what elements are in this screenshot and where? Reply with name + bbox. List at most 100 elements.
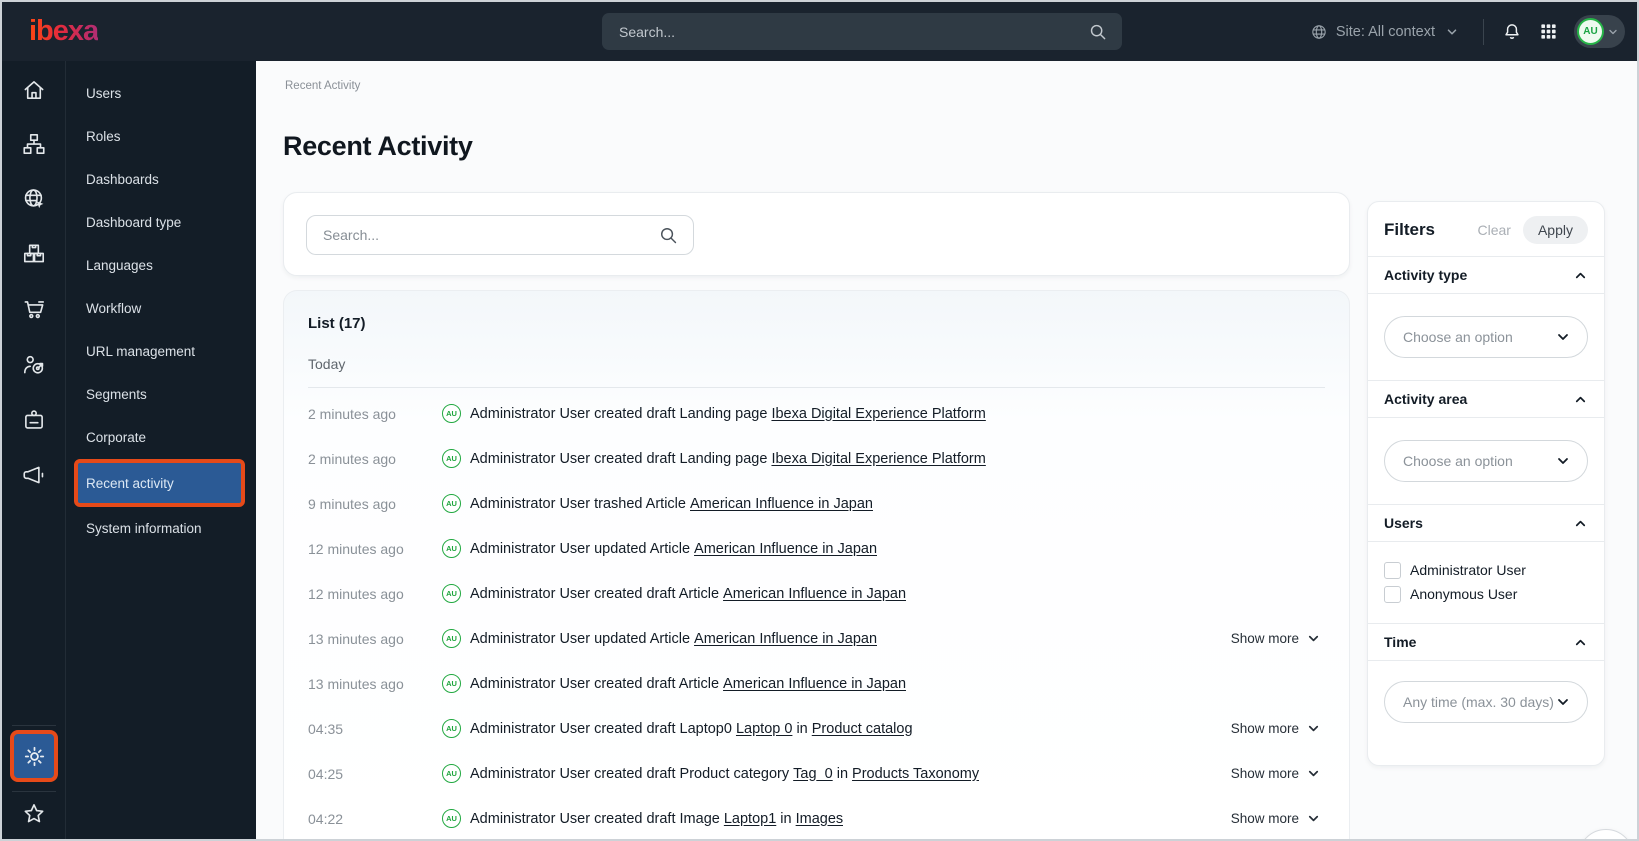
activity-message: Administrator User updated Article Ameri… (470, 540, 878, 557)
rail-item-favorites[interactable] (21, 801, 47, 827)
show-more-button[interactable]: Show more (1231, 721, 1325, 736)
sidebar-item-roles[interactable]: Roles (66, 115, 256, 158)
sidebar-item-users[interactable]: Users (66, 72, 256, 115)
chevron-down-icon (1308, 725, 1319, 732)
activity-message: Administrator User created draft Image L… (470, 810, 844, 827)
filter-user-checkbox-anonymous-user[interactable]: Anonymous User (1384, 583, 1588, 605)
content-link[interactable]: Ibexa Digital Experience Platform (771, 451, 985, 467)
rail-item-content-structure[interactable] (21, 131, 47, 157)
filters-panel: Filters Clear Apply Activity type Choose… (1367, 201, 1605, 766)
user-menu[interactable]: AU (1574, 15, 1625, 48)
rail-item-site[interactable] (21, 186, 47, 212)
time-select[interactable]: Any time (max. 30 days) (1384, 681, 1588, 723)
activity-time: 12 minutes ago (308, 540, 404, 557)
globe-icon (1312, 24, 1326, 39)
sitemap-icon (23, 133, 45, 155)
search-icon (661, 227, 677, 243)
apply-filters-button[interactable]: Apply (1522, 216, 1588, 244)
activity-search[interactable] (306, 215, 694, 255)
content-link[interactable]: Laptop1 (724, 811, 776, 827)
activity-row: 12 minutes ago AU Administrator User updat… (308, 526, 1325, 571)
rail-divider (12, 725, 56, 726)
admin-side-menu: Users Roles Dashboards Dashboard type Langua… (66, 61, 256, 839)
user-initials-badge: AU (442, 809, 461, 828)
rail-item-commerce[interactable] (21, 296, 47, 322)
site-context-selector[interactable]: Site: All context (1310, 23, 1467, 41)
activity-message: Administrator User created draft Article… (470, 585, 907, 602)
sidebar-item-recent-activity[interactable]: Recent activity (74, 459, 245, 507)
activity-row: 12 minutes ago AU Administrator User creat… (308, 571, 1325, 616)
content-link[interactable]: American Influence in Japan (694, 631, 877, 647)
show-more-button[interactable]: Show more (1231, 811, 1325, 826)
user-initials-badge: AU (442, 629, 461, 648)
activity-row: 04:35 AU Administrator User created draft … (308, 706, 1325, 751)
content-link[interactable]: Laptop 0 (736, 721, 792, 737)
filter-section-activity-type[interactable]: Activity type (1368, 257, 1604, 293)
show-more-button[interactable]: Show more (1231, 766, 1325, 781)
person-target-icon (23, 355, 44, 374)
content-link[interactable]: Products Taxonomy (852, 766, 979, 782)
megaphone-icon (23, 466, 44, 484)
activity-area-select[interactable]: Choose an option (1384, 440, 1588, 482)
page-title: Recent Activity (283, 131, 473, 161)
activity-message: Administrator User updated Article Ameri… (470, 630, 878, 647)
floating-action-button[interactable] (1578, 829, 1634, 839)
global-search-input[interactable] (619, 23, 1088, 40)
sidebar-item-url-management[interactable]: URL management (66, 330, 256, 373)
chevron-up-icon (1575, 639, 1586, 645)
user-initials-badge: AU (442, 719, 461, 738)
content-link[interactable]: American Influence in Japan (723, 676, 906, 692)
rail-divider (12, 791, 56, 792)
content-link[interactable]: Ibexa Digital Experience Platform (771, 406, 985, 422)
sidebar-item-system-information[interactable]: System information (66, 507, 256, 550)
user-initials-badge: AU (442, 494, 461, 513)
content-link[interactable]: Tag_0 (793, 766, 833, 782)
content-link[interactable]: American Influence in Japan (690, 496, 873, 512)
user-initials-badge: AU (442, 674, 461, 693)
content-link[interactable]: Product catalog (812, 721, 913, 737)
checkbox[interactable] (1384, 561, 1401, 579)
content-link[interactable]: Images (796, 811, 844, 827)
checkbox[interactable] (1384, 585, 1401, 603)
ibexa-admin-window: ibexa Site: All context AU (0, 0, 1639, 841)
activity-row: 13 minutes ago AU Administrator User creat… (308, 661, 1325, 706)
activity-time: 13 minutes ago (308, 630, 404, 647)
sidebar-item-dashboards[interactable]: Dashboards (66, 158, 256, 201)
rail-item-marketing[interactable] (21, 462, 47, 488)
clear-filters-button[interactable]: Clear (1478, 222, 1511, 238)
sidebar-item-segments[interactable]: Segments (66, 373, 256, 416)
grid-icon (1541, 24, 1556, 39)
ibexa-logo: ibexa (29, 15, 99, 47)
activity-message: Administrator User created draft Laptop0… (470, 720, 913, 737)
sidebar-item-workflow[interactable]: Workflow (66, 287, 256, 330)
cart-icon (24, 301, 45, 319)
rail-item-personalization[interactable] (21, 352, 47, 378)
filter-section-time[interactable]: Time (1368, 624, 1604, 660)
filter-section-users[interactable]: Users (1368, 505, 1604, 541)
activity-type-select[interactable]: Choose an option (1384, 316, 1588, 358)
icon-rail (2, 61, 66, 839)
rail-item-corporate[interactable] (21, 407, 47, 433)
activity-time: 12 minutes ago (308, 585, 404, 602)
filter-content-time: Any time (max. 30 days) (1368, 661, 1604, 765)
id-badge-icon (25, 410, 43, 429)
filter-section-activity-area[interactable]: Activity area (1368, 381, 1604, 417)
activity-message: Administrator User created draft Landing… (470, 405, 986, 422)
search-icon (1090, 24, 1106, 39)
activity-search-input[interactable] (323, 227, 658, 243)
activity-time: 04:25 (308, 765, 344, 782)
notifications-button[interactable] (1501, 21, 1523, 43)
rail-item-settings-selected[interactable] (10, 730, 58, 782)
sidebar-item-dashboard-type[interactable]: Dashboard type (66, 201, 256, 244)
sidebar-item-languages[interactable]: Languages (66, 244, 256, 287)
sidebar-item-corporate[interactable]: Corporate (66, 416, 256, 459)
global-search[interactable] (602, 13, 1122, 50)
list-group-label: Today (308, 356, 346, 372)
rail-item-products[interactable] (21, 241, 47, 267)
content-link[interactable]: American Influence in Japan (723, 586, 906, 602)
filter-user-checkbox-administrator-user[interactable]: Administrator User (1384, 559, 1588, 581)
content-link[interactable]: American Influence in Japan (694, 541, 877, 557)
app-grid-button[interactable] (1539, 22, 1558, 41)
rail-item-home[interactable] (21, 77, 47, 103)
show-more-button[interactable]: Show more (1231, 631, 1325, 646)
